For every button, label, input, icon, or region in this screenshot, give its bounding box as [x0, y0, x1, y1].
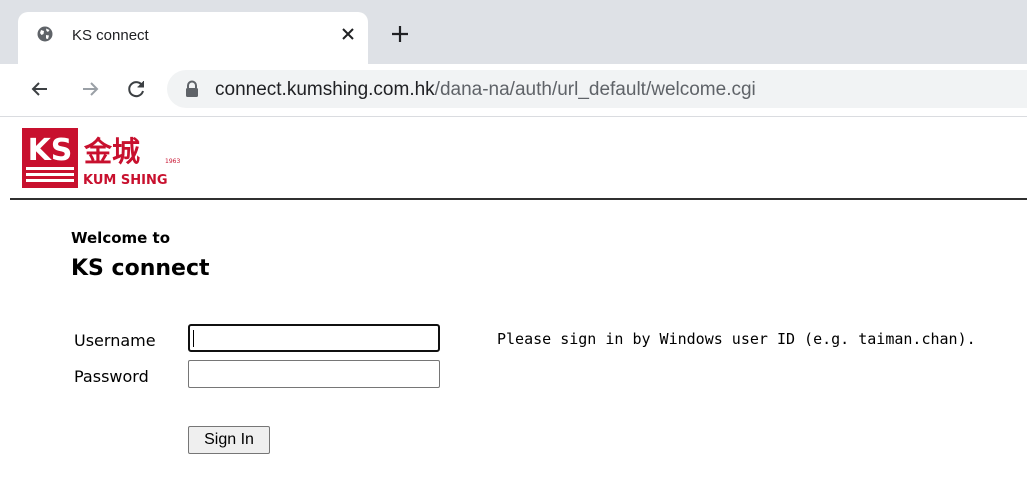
tab-title: KS connect — [72, 27, 149, 44]
address-bar[interactable]: connect.kumshing.com.hk/dana-na/auth/url… — [167, 70, 1027, 108]
url-host: connect.kumshing.com.hk — [215, 79, 435, 100]
close-icon[interactable] — [336, 22, 360, 46]
logo-year: 1963 — [165, 158, 180, 165]
arrow-right-icon[interactable] — [78, 77, 102, 101]
password-input[interactable] — [188, 360, 440, 388]
lock-icon[interactable] — [184, 80, 200, 98]
logo-mark-text: KS — [28, 133, 73, 168]
welcome-label: Welcome to — [71, 229, 171, 247]
arrow-left-icon[interactable] — [28, 77, 52, 101]
browser-toolbar: connect.kumshing.com.hk/dana-na/auth/url… — [0, 64, 1027, 117]
text-caret — [193, 330, 194, 347]
url-text[interactable]: connect.kumshing.com.hk/dana-na/auth/url… — [215, 79, 756, 101]
reload-icon[interactable] — [124, 77, 148, 101]
sign-in-hint: Please sign in by Windows user ID (e.g. … — [497, 330, 976, 348]
url-path: /dana-na/auth/url_default/welcome.cgi — [434, 79, 756, 100]
username-input[interactable] — [188, 324, 440, 352]
globe-icon — [37, 26, 53, 42]
plus-icon[interactable] — [388, 22, 412, 46]
logo-english: KUM SHING — [83, 173, 168, 188]
tab-strip: KS connect — [0, 0, 1027, 64]
browser-tab[interactable]: KS connect — [18, 12, 368, 64]
username-label: Username — [74, 331, 156, 350]
header-divider — [10, 198, 1027, 200]
page-title: KS connect — [71, 256, 210, 281]
logo-chinese: 金城 — [83, 135, 140, 168]
password-label: Password — [74, 367, 149, 386]
kum-shing-logo: KS 金城 1963 KUM SHING — [22, 128, 180, 188]
sign-in-button[interactable]: Sign In — [188, 426, 270, 454]
